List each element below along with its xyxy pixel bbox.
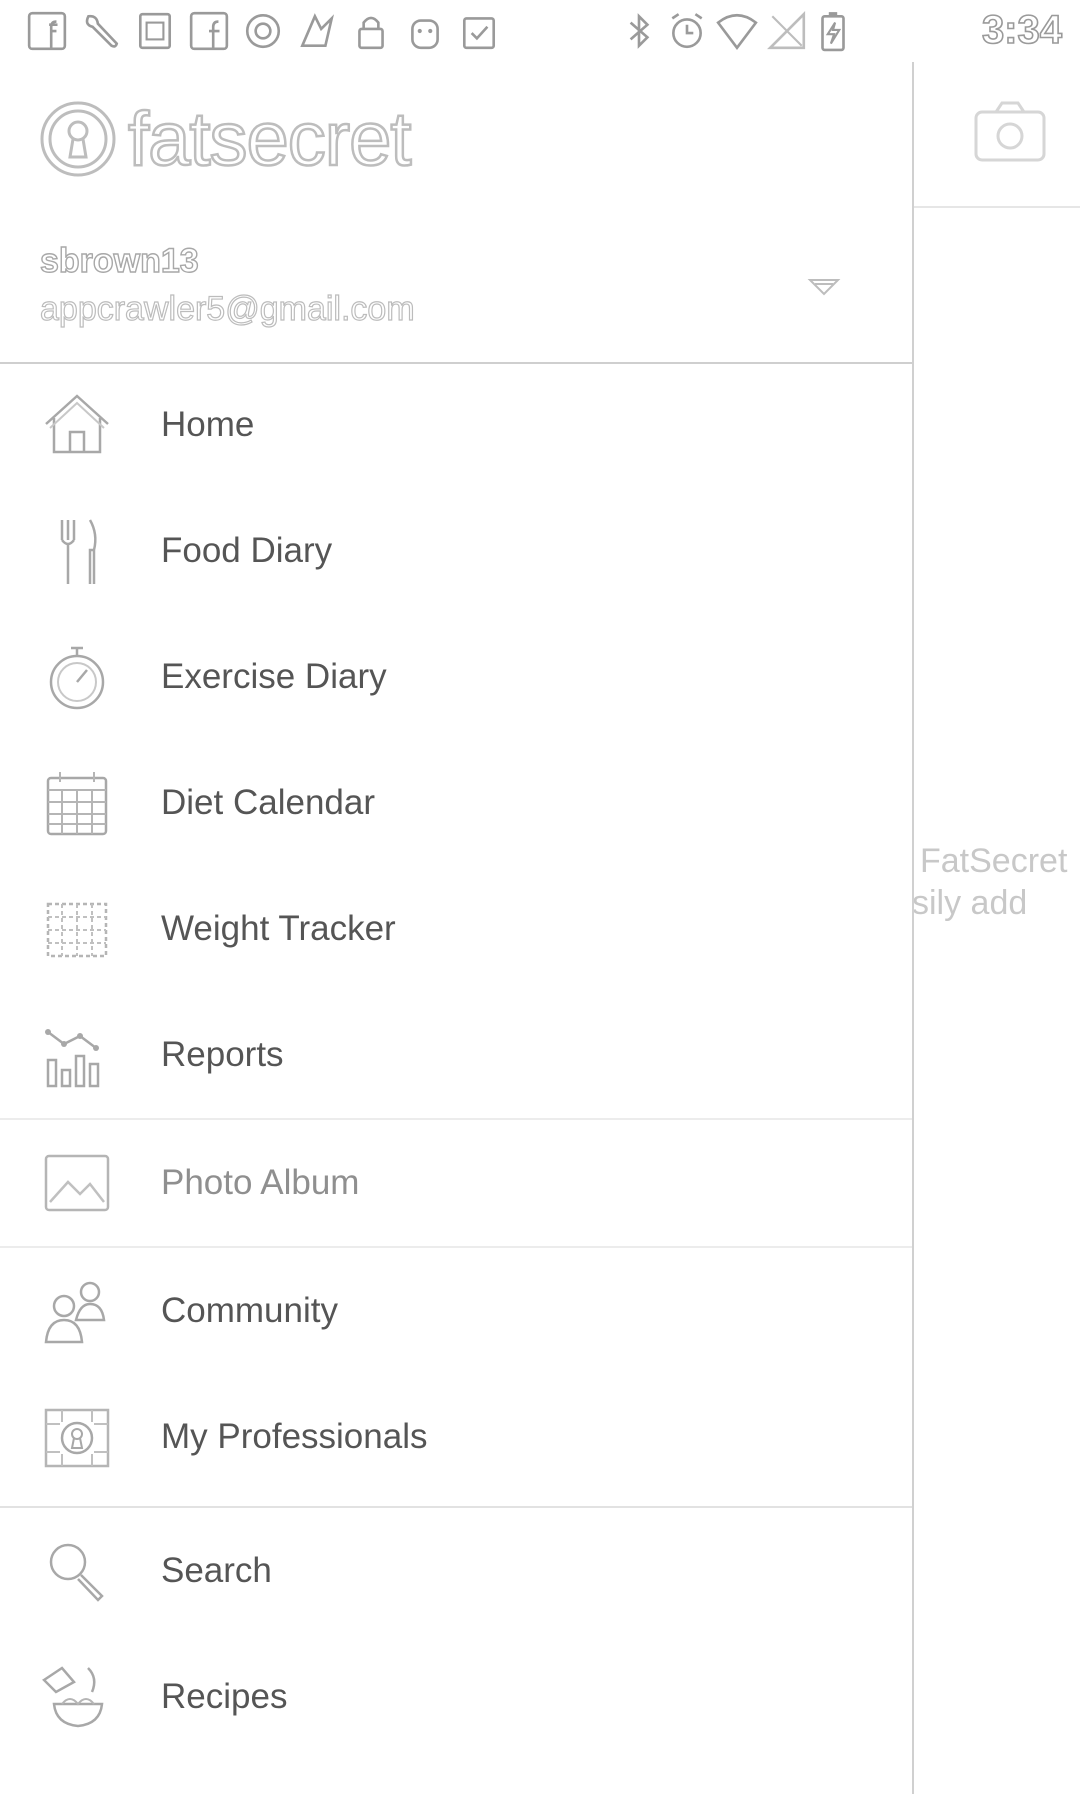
account-switcher-dropdown[interactable] [806,270,842,306]
menu-item-label: Photo Album [161,1163,360,1202]
wrench-icon [80,10,122,52]
menu-item-label: Diet Calendar [161,783,375,822]
menu-item-photo-album[interactable]: Photo Album [0,1120,912,1246]
app-name: fatsecret [127,95,413,183]
menu-item-label: Home [161,405,255,444]
puzzle-icon [296,10,338,52]
people-icon [40,1274,114,1348]
menu-item-food-diary[interactable]: Food Diary [0,488,912,614]
menu-item-search[interactable]: Search [0,1508,912,1634]
menu-item-label: Reports [161,1035,284,1074]
search-icon [40,1534,114,1608]
clipboard-check-icon [458,10,500,52]
account-username: sbrown13 [39,241,199,280]
status-bar: 3:34 [0,0,1080,62]
background-toolbar [912,62,1080,208]
fork-knife-icon [40,514,114,588]
menu-item-recipes[interactable]: Recipes [0,1634,912,1760]
menu-item-label: Exercise Diary [161,657,387,696]
circle-icon [242,10,284,52]
menu-item-diet-calendar[interactable]: Diet Calendar [0,740,912,866]
background-text-line: sily add [912,884,1028,922]
android-icon [404,10,446,52]
status-clock: 3:34 [981,7,1063,53]
bar-chart-icon [40,1018,114,1092]
drawer-header: fatsecret sbrown13 appcrawler5@gmail.com [0,62,912,364]
menu-item-my-professionals[interactable]: My Professionals [0,1374,912,1500]
facebook-icon [26,10,68,52]
menu-item-home[interactable]: Home [0,362,912,488]
menu-item-label: Community [161,1291,338,1330]
camera-icon[interactable] [974,100,1046,162]
menu-item-reports[interactable]: Reports [0,992,912,1118]
sim-card-icon [134,10,176,52]
wifi-icon [716,10,758,52]
account-email: appcrawler5@gmail.com [39,289,415,328]
weight-grid-icon [40,892,114,966]
menu-item-label: Weight Tracker [161,909,396,948]
facebook-icon [188,10,230,52]
menu-item-exercise-diary[interactable]: Exercise Diary [0,614,912,740]
photo-icon [40,1146,114,1220]
no-signal-icon [766,10,808,52]
background-text-line: FatSecret [920,842,1068,880]
app-logo: fatsecret [38,95,413,183]
bluetooth-icon [618,10,660,52]
menu-item-label: Recipes [161,1677,288,1716]
lock-icon [350,10,392,52]
calendar-icon [40,766,114,840]
stopwatch-icon [40,640,114,714]
recipe-bowl-icon [40,1660,114,1734]
alarm-icon [666,10,708,52]
menu-item-label: My Professionals [161,1417,428,1456]
keyhole-logo-icon [40,101,116,177]
professional-icon [40,1400,114,1474]
menu-item-label: Food Diary [161,531,333,570]
navigation-drawer: fatsecret sbrown13 appcrawler5@gmail.com… [0,62,914,1794]
menu-item-label: Search [161,1551,272,1590]
menu-item-weight-tracker[interactable]: Weight Tracker [0,866,912,992]
home-icon [40,388,114,462]
battery-charging-icon [812,10,854,52]
chevron-down-icon [807,279,841,296]
menu-item-community[interactable]: Community [0,1248,912,1374]
drawer-menu: Home Food Diary Exercise Diary Diet Cale… [0,362,912,1760]
